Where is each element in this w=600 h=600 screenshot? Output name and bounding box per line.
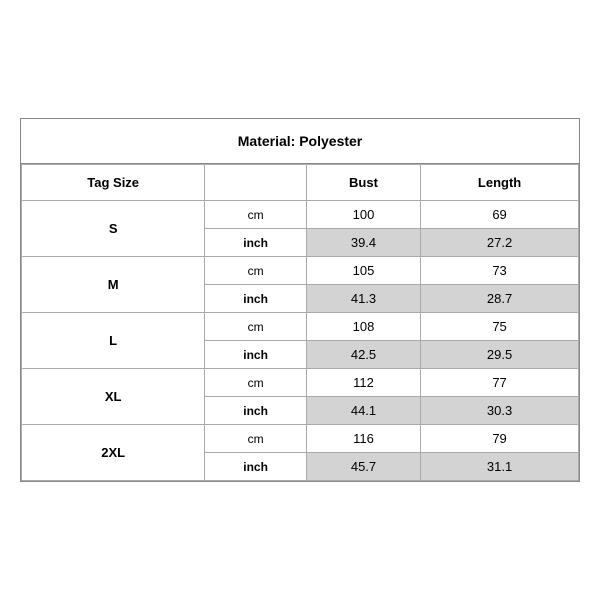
unit-cm: cm — [205, 257, 307, 285]
size-label: L — [22, 313, 205, 369]
bust-cm: 116 — [306, 425, 420, 453]
unit-inch: inch — [205, 397, 307, 425]
unit-cm: cm — [205, 369, 307, 397]
bust-cm: 100 — [306, 201, 420, 229]
unit-cm: cm — [205, 313, 307, 341]
bust-inch: 41.3 — [306, 285, 420, 313]
bust-cm: 105 — [306, 257, 420, 285]
bust-cm: 108 — [306, 313, 420, 341]
length-cm: 75 — [421, 313, 579, 341]
size-label: M — [22, 257, 205, 313]
unit-cm: cm — [205, 201, 307, 229]
length-cm: 73 — [421, 257, 579, 285]
bust-cm: 112 — [306, 369, 420, 397]
size-label: S — [22, 201, 205, 257]
unit-inch: inch — [205, 229, 307, 257]
bust-inch: 45.7 — [306, 453, 420, 481]
unit-inch: inch — [205, 341, 307, 369]
size-label: XL — [22, 369, 205, 425]
bust-inch: 39.4 — [306, 229, 420, 257]
length-inch: 30.3 — [421, 397, 579, 425]
size-label: 2XL — [22, 425, 205, 481]
length-cm: 77 — [421, 369, 579, 397]
header-tag-size: Tag Size — [22, 165, 205, 201]
length-inch: 29.5 — [421, 341, 579, 369]
header-unit-empty — [205, 165, 307, 201]
unit-cm: cm — [205, 425, 307, 453]
header-length: Length — [421, 165, 579, 201]
chart-title: Material: Polyester — [21, 119, 579, 164]
length-cm: 79 — [421, 425, 579, 453]
header-bust: Bust — [306, 165, 420, 201]
bust-inch: 42.5 — [306, 341, 420, 369]
unit-inch: inch — [205, 285, 307, 313]
length-cm: 69 — [421, 201, 579, 229]
unit-inch: inch — [205, 453, 307, 481]
size-chart: Material: Polyester Tag Size Bust Length… — [20, 118, 580, 482]
length-inch: 28.7 — [421, 285, 579, 313]
bust-inch: 44.1 — [306, 397, 420, 425]
length-inch: 31.1 — [421, 453, 579, 481]
length-inch: 27.2 — [421, 229, 579, 257]
